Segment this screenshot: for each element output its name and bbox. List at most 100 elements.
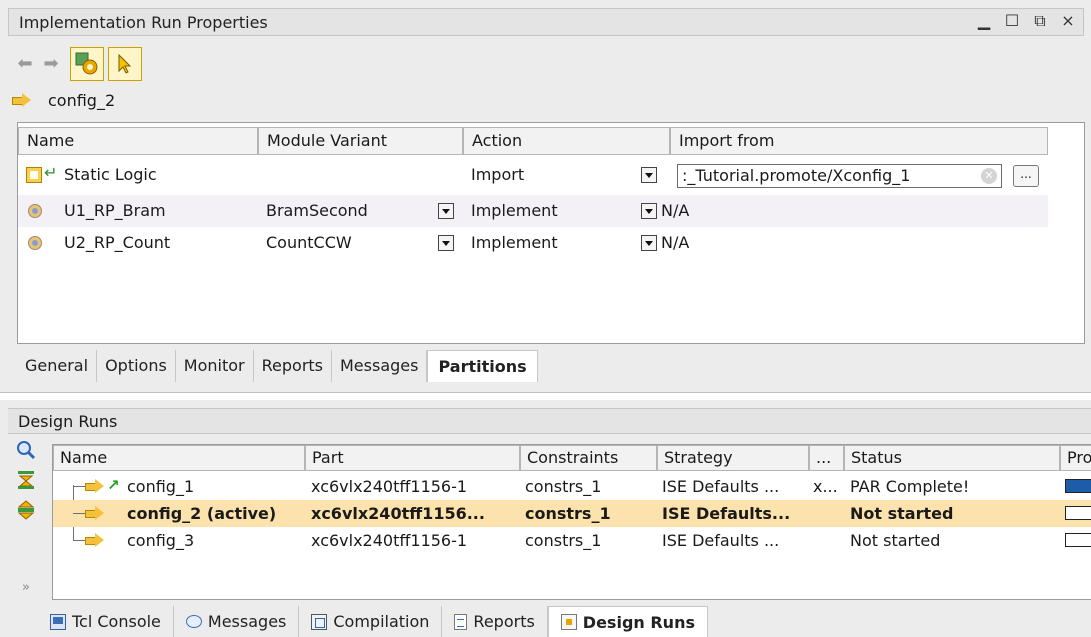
auto-update-button[interactable]	[70, 47, 104, 81]
compilation-icon	[311, 613, 328, 630]
column-header-more[interactable]: ...	[809, 445, 844, 471]
tab-partitions[interactable]: Partitions	[427, 350, 538, 382]
run-name: config_3	[127, 531, 195, 550]
tab-label: Design Runs	[582, 612, 695, 632]
variant-dropdown-button[interactable]	[438, 203, 454, 219]
current-object: config_2	[12, 87, 115, 113]
import-from-value: N/A	[661, 201, 690, 220]
gear-icon	[75, 52, 98, 75]
runs-side-toolbar: »	[8, 440, 48, 600]
action-dropdown-button[interactable]	[641, 167, 657, 183]
panel-titlebar: Implementation Run Properties ▁ ☐ ⧉ ×	[8, 8, 1084, 36]
launched-icon: ↗	[107, 476, 120, 494]
runs-header: Name Part Constraints Strategy ... Statu…	[53, 445, 1091, 471]
column-header-strategy[interactable]: Strategy	[657, 445, 809, 471]
column-header-import-from[interactable]: Import from	[670, 127, 1048, 155]
run-progress-bar	[1065, 506, 1091, 520]
tab-label: Messages	[207, 612, 287, 631]
collapse-all-icon[interactable]	[16, 470, 36, 490]
float-button[interactable]: ⧉	[1031, 11, 1049, 31]
partitions-header: Name Module Variant Action Import from	[18, 127, 1084, 155]
action-value: Implement	[471, 233, 558, 252]
expand-all-icon[interactable]	[16, 500, 36, 520]
variant-dropdown-button[interactable]	[438, 235, 454, 251]
runs-title: Design Runs	[18, 412, 118, 431]
run-arrow-icon	[85, 479, 105, 493]
tab-reports[interactable]: Reports	[442, 606, 548, 637]
run-constraints: constrs_1	[525, 504, 611, 523]
run-arrow-icon	[12, 93, 32, 107]
run-strategy: ISE Defaults...	[662, 504, 791, 523]
pointer-icon	[118, 53, 132, 74]
properties-toolbar: ⬅ ➡	[14, 44, 142, 84]
run-row[interactable]: config_3 xc6vlx240tff1156-1 constrs_1 IS…	[53, 527, 1091, 554]
progress-fill	[1066, 480, 1091, 492]
run-status: PAR Complete!	[850, 477, 970, 496]
tab-messages[interactable]: Messages	[332, 350, 428, 382]
tab-reports[interactable]: Reports	[254, 350, 332, 382]
partition-name: Static Logic	[64, 165, 157, 184]
action-dropdown-button[interactable]	[641, 235, 657, 251]
tab-design-runs[interactable]: Design Runs	[547, 606, 708, 637]
expand-toolbar-icon[interactable]: »	[16, 578, 36, 598]
run-arrow-icon	[85, 506, 105, 520]
column-header-name[interactable]: Name	[53, 445, 305, 471]
browse-button[interactable]: ...	[1013, 165, 1039, 187]
tab-monitor[interactable]: Monitor	[176, 350, 254, 382]
partition-row[interactable]: U2_RP_Count CountCCW Implement N/A	[18, 227, 1048, 259]
run-constraints: constrs_1	[525, 531, 602, 550]
column-header-name[interactable]: Name	[18, 127, 258, 155]
maximize-button[interactable]: ☐	[1003, 11, 1021, 31]
forward-arrow-icon[interactable]: ➡	[40, 52, 62, 76]
tab-messages[interactable]: Messages	[174, 606, 300, 637]
run-arrow-icon	[85, 533, 105, 547]
static-logic-icon	[26, 167, 42, 183]
tab-label: Reports	[473, 612, 535, 631]
clear-icon[interactable]: ✕	[981, 168, 997, 184]
back-arrow-icon[interactable]: ⬅	[14, 52, 36, 76]
action-value: Import	[471, 165, 525, 184]
tab-tcl-console[interactable]: Tcl Console	[38, 606, 174, 637]
search-icon[interactable]	[16, 440, 36, 460]
partition-row[interactable]: ↵ Static Logic Import :_Tutorial.promote…	[18, 159, 1048, 191]
column-header-progress[interactable]: Pro	[1060, 445, 1091, 471]
reports-icon	[454, 613, 468, 630]
partition-icon	[28, 204, 42, 218]
import-from-value: N/A	[661, 233, 690, 252]
run-progress-bar	[1065, 533, 1091, 547]
column-header-part[interactable]: Part	[305, 445, 520, 471]
tab-options[interactable]: Options	[97, 350, 176, 382]
action-value: Implement	[471, 201, 558, 220]
run-name: config_2 (active)	[127, 504, 277, 523]
run-strategy: ISE Defaults ...	[662, 531, 780, 550]
console-icon	[50, 613, 66, 630]
import-arrow-icon: ↵	[44, 163, 58, 182]
close-button[interactable]: ×	[1059, 11, 1077, 31]
tab-compilation[interactable]: Compilation	[299, 606, 443, 637]
column-header-action[interactable]: Action	[463, 127, 670, 155]
select-pointer-button[interactable]	[108, 47, 142, 81]
run-properties-panel: Implementation Run Properties ▁ ☐ ⧉ × ⬅ …	[0, 0, 1091, 393]
tab-label: Compilation	[333, 612, 430, 631]
panel-title: Implementation Run Properties	[19, 13, 268, 32]
run-part: xc6vlx240tff1156...	[311, 504, 485, 523]
messages-icon	[185, 615, 202, 628]
import-from-field[interactable]: :_Tutorial.promote/Xconfig_1 ✕	[677, 164, 1002, 188]
column-header-module-variant[interactable]: Module Variant	[258, 127, 463, 155]
run-part: xc6vlx240tff1156-1	[311, 477, 468, 496]
partition-row[interactable]: U1_RP_Bram BramSecond Implement N/A	[18, 195, 1048, 227]
run-row[interactable]: ↗ config_1 xc6vlx240tff1156-1 constrs_1 …	[53, 473, 1091, 500]
run-status: Not started	[850, 504, 954, 523]
tab-general[interactable]: General	[17, 350, 98, 382]
action-dropdown-button[interactable]	[641, 203, 657, 219]
bottom-tabs: Tcl Console Messages Compilation Reports…	[38, 606, 708, 637]
run-name: config_1	[127, 477, 195, 496]
run-constraints: constrs_1	[525, 477, 602, 496]
runs-titlebar: Design Runs	[8, 408, 1091, 434]
run-part: xc6vlx240tff1156-1	[311, 531, 468, 550]
minimize-button[interactable]: ▁	[975, 11, 993, 31]
partition-name: U2_RP_Count	[64, 233, 171, 252]
column-header-constraints[interactable]: Constraints	[520, 445, 657, 471]
column-header-status[interactable]: Status	[844, 445, 1060, 471]
run-row-active[interactable]: config_2 (active) xc6vlx240tff1156... co…	[53, 500, 1091, 527]
